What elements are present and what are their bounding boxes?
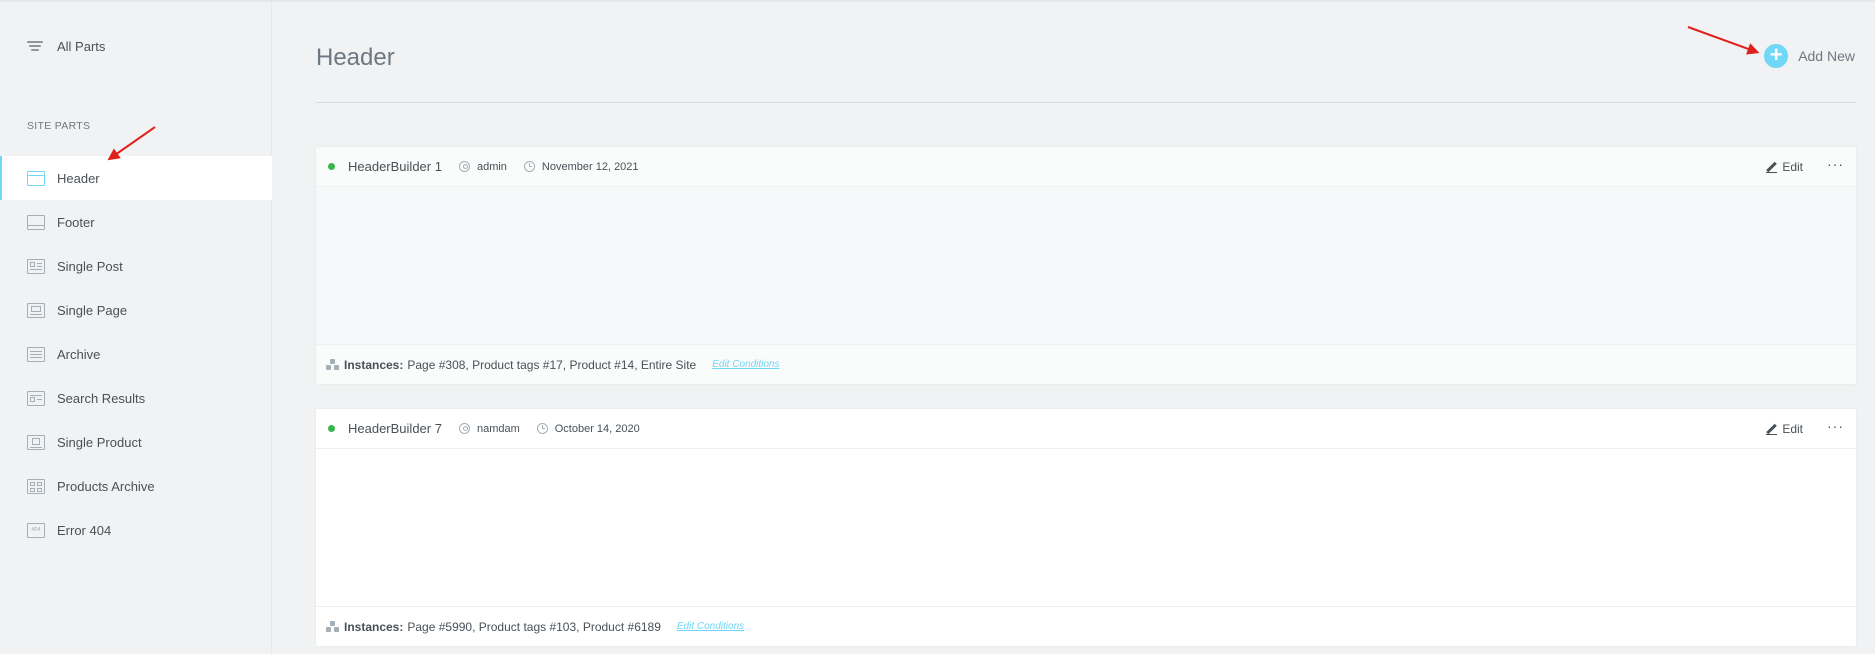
- sidebar-item-label: Error 404: [57, 522, 112, 538]
- card-preview[interactable]: [316, 187, 1856, 344]
- top-border: [0, 0, 1875, 2]
- sidebar-item-label: Header: [57, 170, 100, 186]
- sidebar-item-header[interactable]: Header: [0, 156, 272, 200]
- published-status-dot: [328, 163, 335, 170]
- card-footer: Instances: Page #5990, Product tags #103…: [316, 606, 1856, 646]
- all-parts-label: All Parts: [57, 38, 106, 54]
- plus-circle-icon: +: [1764, 44, 1789, 68]
- page-title: Header: [316, 44, 395, 71]
- error-404-icon: 404: [27, 522, 45, 538]
- filter-lines-icon: [27, 40, 43, 52]
- card-date: November 12, 2021: [541, 160, 639, 173]
- sidebar-item-label: Archive: [57, 346, 101, 362]
- sidebar-item-label: Single Product: [57, 434, 142, 450]
- more-options-icon[interactable]: ···: [1827, 157, 1844, 175]
- template-card: HeaderBuilder 1 admin November 12, 2021 …: [316, 147, 1856, 384]
- single-post-icon: [27, 258, 45, 274]
- footer-layout-icon: [27, 214, 45, 230]
- user-icon: [458, 161, 470, 172]
- sidebar-item-label: Single Page: [57, 302, 128, 318]
- sidebar-item-single-product[interactable]: Single Product: [0, 420, 272, 464]
- template-card: HeaderBuilder 7 namdam October 14, 2020 …: [316, 409, 1856, 646]
- sidebar-item-label: Products Archive: [57, 478, 155, 494]
- sidebar-item-footer[interactable]: Footer: [0, 200, 272, 244]
- card-actions: Edit ···: [1766, 409, 1844, 449]
- clock-icon: [523, 161, 535, 172]
- all-parts-link[interactable]: All Parts: [0, 28, 272, 64]
- sidebar-item-label: Single Post: [57, 258, 123, 274]
- sidebar-item-search-results[interactable]: Search Results: [0, 376, 272, 420]
- header-divider: [316, 102, 1856, 103]
- card-actions: Edit ···: [1766, 147, 1844, 187]
- card-header: HeaderBuilder 7 namdam October 14, 2020 …: [316, 409, 1856, 449]
- card-date: October 14, 2020: [554, 422, 640, 435]
- sitemap-icon: [326, 621, 339, 632]
- sidebar-item-archive[interactable]: Archive: [0, 332, 272, 376]
- site-parts-nav: Header Footer Single Post Single Page Ar…: [0, 156, 272, 552]
- sidebar-item-single-page[interactable]: Single Page: [0, 288, 272, 332]
- edit-label: Edit: [1782, 160, 1803, 174]
- card-title: HeaderBuilder 1: [348, 159, 442, 174]
- header-layout-icon: [27, 170, 45, 186]
- add-new-button[interactable]: + Add New: [1764, 44, 1855, 68]
- single-product-icon: [27, 434, 45, 450]
- search-results-icon: [27, 390, 45, 406]
- sidebar-item-error-404[interactable]: 404 Error 404: [0, 508, 272, 552]
- card-footer: Instances: Page #308, Product tags #17, …: [316, 344, 1856, 384]
- clock-icon: [536, 423, 548, 434]
- archive-icon: [27, 346, 45, 362]
- sitemap-icon: [326, 359, 339, 370]
- sidebar-item-label: Search Results: [57, 390, 146, 406]
- edit-conditions-link[interactable]: Edit Conditions: [677, 621, 744, 632]
- site-parts-heading: SITE PARTS: [27, 120, 91, 132]
- single-page-icon: [27, 302, 45, 318]
- sidebar-item-products-archive[interactable]: Products Archive: [0, 464, 272, 508]
- card-preview[interactable]: [316, 449, 1856, 606]
- edit-button[interactable]: Edit: [1766, 160, 1803, 174]
- user-icon: [458, 423, 470, 434]
- instances-label: Instances:: [344, 357, 404, 372]
- sidebar-item-single-post[interactable]: Single Post: [0, 244, 272, 288]
- sidebar: All Parts SITE PARTS Header Footer Singl…: [0, 2, 272, 654]
- edit-label: Edit: [1782, 422, 1803, 436]
- instances-value: Page #5990, Product tags #103, Product #…: [407, 619, 661, 634]
- card-title: HeaderBuilder 7: [348, 421, 442, 436]
- edit-button[interactable]: Edit: [1766, 422, 1803, 436]
- card-author: namdam: [476, 422, 520, 435]
- pencil-icon: [1766, 424, 1778, 435]
- card-header: HeaderBuilder 1 admin November 12, 2021 …: [316, 147, 1856, 187]
- instances-label: Instances:: [344, 619, 404, 634]
- pencil-icon: [1766, 162, 1778, 173]
- instances-value: Page #308, Product tags #17, Product #14…: [407, 357, 697, 372]
- products-archive-icon: [27, 478, 45, 494]
- annotation-arrow-add-new: [1687, 26, 1758, 54]
- edit-conditions-link[interactable]: Edit Conditions: [712, 359, 779, 370]
- more-options-icon[interactable]: ···: [1827, 419, 1844, 437]
- add-new-label: Add New: [1798, 48, 1855, 64]
- published-status-dot: [328, 425, 335, 432]
- card-author: admin: [476, 160, 507, 173]
- sidebar-item-label: Footer: [57, 214, 95, 230]
